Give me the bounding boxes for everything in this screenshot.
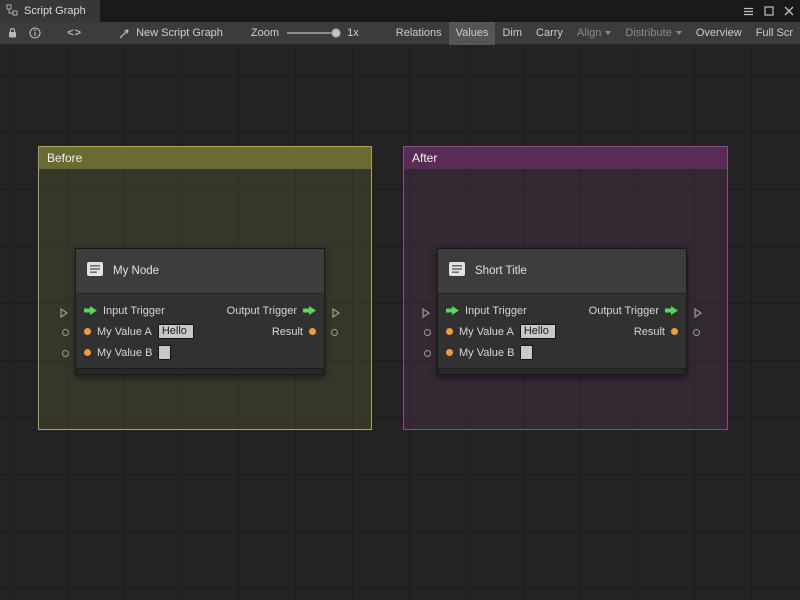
node-header[interactable]: My Node — [76, 249, 324, 294]
group-after-label: After — [412, 151, 437, 165]
tab-script-graph[interactable]: Script Graph — [0, 0, 100, 22]
value-a-label: My Value A — [459, 326, 514, 338]
result-label: Result — [634, 326, 665, 338]
node-my-node[interactable]: My Node Input Trigger Output Trigger My … — [75, 248, 325, 375]
unit-icon — [448, 261, 466, 282]
value-port-icon — [84, 328, 91, 335]
port-row-trigger: Input Trigger Output Trigger — [76, 300, 324, 321]
group-after-header[interactable]: After — [404, 147, 727, 169]
tab-title: Script Graph — [24, 5, 86, 17]
port-row-trigger: Input Trigger Output Trigger — [438, 300, 686, 321]
value-port-icon — [446, 349, 453, 356]
relations-button[interactable]: Relations — [389, 22, 449, 45]
dim-button[interactable]: Dim — [495, 22, 529, 45]
flow-input-socket[interactable] — [60, 305, 68, 323]
value-a-label: My Value A — [97, 326, 152, 338]
zoom-label: Zoom — [251, 27, 279, 39]
flow-output-socket[interactable] — [332, 305, 340, 323]
lock-icon[interactable] — [6, 22, 19, 45]
node-title: Short Title — [475, 265, 527, 277]
input-trigger-label: Input Trigger — [465, 305, 527, 317]
value-b-input-socket[interactable] — [62, 350, 69, 357]
node-header[interactable]: Short Title — [438, 249, 686, 294]
output-trigger-label: Output Trigger — [227, 305, 297, 317]
code-icon[interactable]: <> — [67, 22, 82, 45]
result-output-socket[interactable] — [693, 329, 700, 336]
group-before-label: Before — [47, 151, 82, 165]
output-trigger-label: Output Trigger — [589, 305, 659, 317]
value-b-field[interactable] — [520, 345, 533, 360]
title-bar: Script Graph — [0, 0, 800, 22]
result-label: Result — [272, 326, 303, 338]
value-a-field[interactable]: Hello — [158, 324, 194, 339]
script-graph-asset-icon — [118, 22, 131, 45]
value-b-field[interactable] — [158, 345, 171, 360]
maximize-icon[interactable] — [764, 6, 774, 16]
graph-name-label[interactable]: New Script Graph — [136, 27, 223, 39]
zoom-slider-handle[interactable] — [331, 28, 341, 38]
distribute-dropdown[interactable]: Distribute — [618, 22, 688, 45]
chevron-down-icon — [676, 31, 682, 35]
node-footer — [76, 368, 324, 374]
chevron-down-icon — [605, 31, 611, 35]
node-title: My Node — [113, 265, 159, 277]
flow-arrow-icon — [665, 306, 678, 315]
flow-arrow-icon — [84, 306, 97, 315]
value-port-icon — [671, 328, 678, 335]
flow-input-socket[interactable] — [422, 305, 430, 323]
graph-icon — [6, 4, 18, 19]
port-row-value-a: My Value A Hello Result — [438, 321, 686, 342]
flow-arrow-icon — [303, 306, 316, 315]
node-short-title[interactable]: Short Title Input Trigger Output Trigger… — [437, 248, 687, 375]
info-icon[interactable] — [29, 22, 42, 45]
value-b-label: My Value B — [97, 347, 152, 359]
flow-output-socket[interactable] — [694, 305, 702, 323]
values-button[interactable]: Values — [449, 22, 496, 45]
value-port-icon — [84, 349, 91, 356]
value-port-icon — [446, 328, 453, 335]
value-b-input-socket[interactable] — [424, 350, 431, 357]
node-footer — [438, 368, 686, 374]
fullscreen-button[interactable]: Full Scr — [749, 22, 800, 45]
port-row-value-a: My Value A Hello Result — [76, 321, 324, 342]
group-before-header[interactable]: Before — [39, 147, 371, 169]
port-row-value-b: My Value B — [76, 342, 324, 363]
graph-canvas[interactable]: Before After My Node Input T — [0, 45, 800, 600]
zoom-slider[interactable] — [287, 28, 339, 38]
carry-button[interactable]: Carry — [529, 22, 570, 45]
close-icon[interactable] — [784, 6, 794, 16]
input-trigger-label: Input Trigger — [103, 305, 165, 317]
value-port-icon — [309, 328, 316, 335]
value-a-input-socket[interactable] — [424, 329, 431, 336]
value-a-input-socket[interactable] — [62, 329, 69, 336]
result-output-socket[interactable] — [331, 329, 338, 336]
value-a-field[interactable]: Hello — [520, 324, 556, 339]
overview-button[interactable]: Overview — [689, 22, 749, 45]
window-menu-icon[interactable] — [743, 6, 754, 17]
unit-icon — [86, 261, 104, 282]
zoom-value: 1x — [347, 27, 359, 39]
align-dropdown[interactable]: Align — [570, 22, 618, 45]
flow-arrow-icon — [446, 306, 459, 315]
graph-toolbar: <> New Script Graph Zoom 1x Relations Va… — [0, 22, 800, 45]
value-b-label: My Value B — [459, 347, 514, 359]
port-row-value-b: My Value B — [438, 342, 686, 363]
